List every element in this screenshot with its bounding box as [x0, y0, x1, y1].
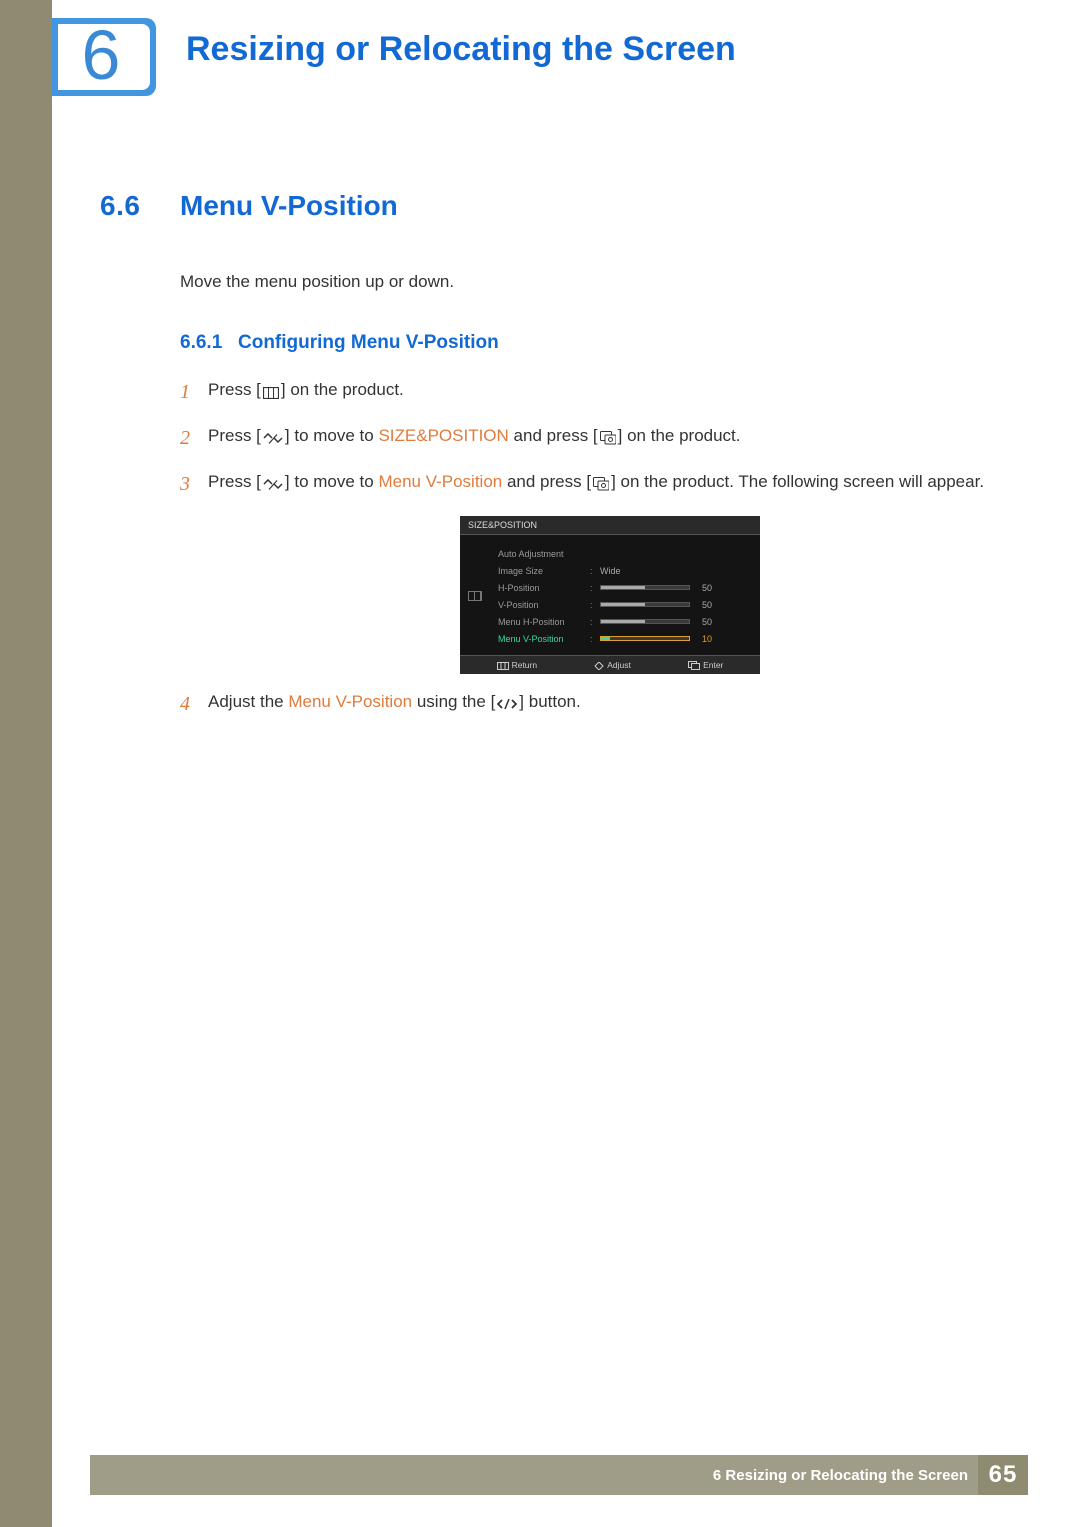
osd-title: SIZE&POSITION — [460, 516, 760, 535]
menu-icon — [261, 377, 281, 404]
left-color-strip — [0, 0, 52, 1527]
osd-slider-fill — [601, 586, 645, 589]
osd-row-value: Wide — [600, 566, 752, 576]
up-down-icon — [261, 423, 285, 450]
osd-row-value: 50 — [690, 583, 714, 593]
osd-row-label: V-Position — [498, 600, 590, 610]
text-fragment: ] to move to — [285, 472, 379, 491]
step-number: 4 — [180, 688, 208, 720]
subsection-title: Configuring Menu V-Position — [238, 332, 499, 354]
text-fragment: Return — [512, 660, 538, 670]
page-number: 65 — [989, 1461, 1018, 1489]
step-1: 1 Press [ ] on the product. — [180, 376, 1000, 408]
osd-colon: : — [590, 617, 600, 627]
osd-colon: : — [590, 583, 600, 593]
highlight-text: Menu V-Position — [378, 472, 502, 491]
step-text: Press [ ] to move to SIZE&POSITION and pr… — [208, 422, 1000, 454]
osd-colon: : — [590, 566, 600, 576]
osd-row-value: 10 — [690, 634, 714, 644]
osd-screenshot: SIZE&POSITION Auto Adjustment Image Size:… — [460, 516, 760, 674]
osd-row: Auto Adjustment — [468, 545, 752, 562]
text-fragment: ] button. — [519, 692, 580, 711]
osd-slider — [600, 619, 690, 624]
chapter-number: 6 — [82, 20, 121, 90]
osd-row-label: Menu V-Position — [498, 634, 590, 644]
step-number: 2 — [180, 422, 208, 454]
osd-row: V-Position: 50 — [468, 596, 752, 613]
text-fragment: Enter — [703, 660, 723, 670]
text-fragment: and press [ — [509, 426, 598, 445]
up-down-icon — [261, 469, 285, 496]
osd-bar-wrap: 10 — [600, 634, 752, 644]
osd-footer: Return Adjust Enter — [460, 655, 760, 674]
step-text: Adjust the Menu V-Position using the [ ] … — [208, 688, 1000, 720]
osd-slider-fill — [601, 620, 645, 623]
osd-adjust-hint: Adjust — [594, 660, 631, 670]
osd-return-hint: Return — [497, 660, 538, 670]
osd-row-value: 50 — [690, 617, 714, 627]
text-fragment: ] on the product. The following screen w… — [611, 472, 984, 491]
text-fragment: Adjust the — [208, 692, 288, 711]
osd-bar-wrap: 50 — [600, 600, 752, 610]
text-fragment: Press [ — [208, 472, 261, 491]
chapter-tab: 6 — [58, 24, 150, 90]
step-text: Press [ ] to move to Menu V-Position and … — [208, 468, 1000, 500]
text-fragment: ] on the product. — [281, 380, 404, 399]
footer-page-box: 65 — [978, 1455, 1028, 1495]
osd-row-label: Menu H-Position — [498, 617, 590, 627]
osd-colon: : — [590, 634, 600, 644]
osd-row-value: 50 — [690, 600, 714, 610]
osd-slider — [600, 602, 690, 607]
osd-category-icon — [468, 591, 482, 601]
osd-colon: : — [590, 600, 600, 610]
subsection-number: 6.6.1 — [180, 332, 238, 354]
step-number: 3 — [180, 468, 208, 500]
osd-slider-fill — [601, 603, 645, 606]
section-intro: Move the menu position up or down. — [180, 272, 1000, 292]
left-right-icon — [495, 689, 519, 716]
osd-row: Image Size:Wide — [468, 562, 752, 579]
section-title: Menu V-Position — [180, 190, 398, 222]
osd-row-label: H-Position — [498, 583, 590, 593]
text-fragment: ] to move to — [285, 426, 379, 445]
osd-row: Menu V-Position: 10 — [468, 630, 752, 647]
osd-body: Auto AdjustmentImage Size:WideH-Position… — [460, 535, 760, 655]
text-fragment: ] on the product. — [618, 426, 741, 445]
text-fragment: Adjust — [607, 660, 631, 670]
osd-row: H-Position: 50 — [468, 579, 752, 596]
text-fragment: Press [ — [208, 426, 261, 445]
highlight-text: SIZE&POSITION — [378, 426, 508, 445]
enter-icon — [598, 423, 618, 450]
osd-row-label: Auto Adjustment — [498, 549, 590, 559]
enter-icon — [591, 469, 611, 496]
osd-enter-hint: Enter — [688, 660, 723, 670]
text-fragment: Press [ — [208, 380, 261, 399]
page-footer: 6 Resizing or Relocating the Screen 65 — [90, 1455, 1028, 1495]
osd-bar-wrap: 50 — [600, 583, 752, 593]
section-number: 6.6 — [100, 190, 180, 222]
step-3: 3 Press [ ] to move to Menu V-Position an… — [180, 468, 1000, 500]
highlight-text: Menu V-Position — [288, 692, 412, 711]
osd-slider — [600, 636, 690, 641]
step-4: 4 Adjust the Menu V-Position using the [… — [180, 688, 1000, 720]
osd-row: Menu H-Position: 50 — [468, 613, 752, 630]
osd-slider — [600, 585, 690, 590]
osd-row-label: Image Size — [498, 566, 590, 576]
step-2: 2 Press [ ] to move to SIZE&POSITION and … — [180, 422, 1000, 454]
page-content: 6.6 Menu V-Position Move the menu positi… — [100, 190, 1000, 734]
osd-slider-fill — [601, 637, 610, 640]
step-text: Press [ ] on the product. — [208, 376, 1000, 408]
step-number: 1 — [180, 376, 208, 408]
text-fragment: using the [ — [412, 692, 495, 711]
osd-bar-wrap: 50 — [600, 617, 752, 627]
chapter-title: Resizing or Relocating the Screen — [186, 30, 736, 69]
text-fragment: and press [ — [502, 472, 591, 491]
footer-chapter-ref: 6 Resizing or Relocating the Screen — [713, 1467, 968, 1484]
